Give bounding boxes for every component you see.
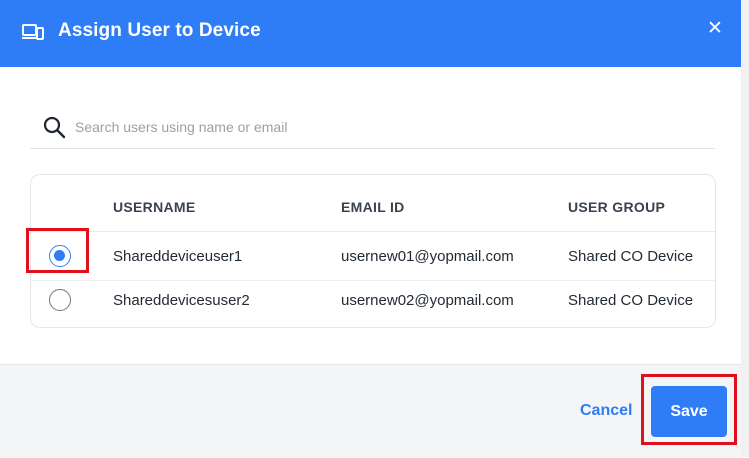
table-header-divider <box>31 231 715 232</box>
table-row[interactable]: Shareddeviceuser1 usernew01@yopmail.com … <box>31 235 715 279</box>
column-header-user-group: USER GROUP <box>568 199 666 215</box>
dialog-footer: Cancel Save <box>0 364 741 458</box>
table-row[interactable]: Shareddevicesuser2 usernew02@yopmail.com… <box>31 279 715 323</box>
email-cell: usernew02@yopmail.com <box>341 292 514 309</box>
email-cell: usernew01@yopmail.com <box>341 248 514 265</box>
cancel-button[interactable]: Cancel <box>580 402 632 420</box>
close-icon[interactable]: ✕ <box>705 18 725 40</box>
column-header-email: EMAIL ID <box>341 199 405 215</box>
search-bar <box>30 106 715 149</box>
dialog-title: Assign User to Device <box>58 20 261 41</box>
username-cell: Shareddevicesuser2 <box>113 292 250 309</box>
row-select-radio[interactable] <box>49 245 71 267</box>
search-input[interactable] <box>73 112 697 142</box>
users-table: USERNAME EMAIL ID USER GROUP Shareddevic… <box>30 174 716 328</box>
scrollbar-track[interactable] <box>741 0 749 457</box>
user-group-cell: Shared CO Device <box>568 292 694 309</box>
search-icon <box>42 115 66 139</box>
save-button[interactable]: Save <box>651 386 727 437</box>
user-group-cell: Shared CO Device <box>568 248 694 265</box>
device-icon <box>22 22 44 42</box>
username-cell: Shareddeviceuser1 <box>113 248 243 265</box>
column-header-username: USERNAME <box>113 199 196 215</box>
row-select-radio[interactable] <box>49 289 71 311</box>
dialog-header: Assign User to Device ✕ <box>0 0 741 67</box>
